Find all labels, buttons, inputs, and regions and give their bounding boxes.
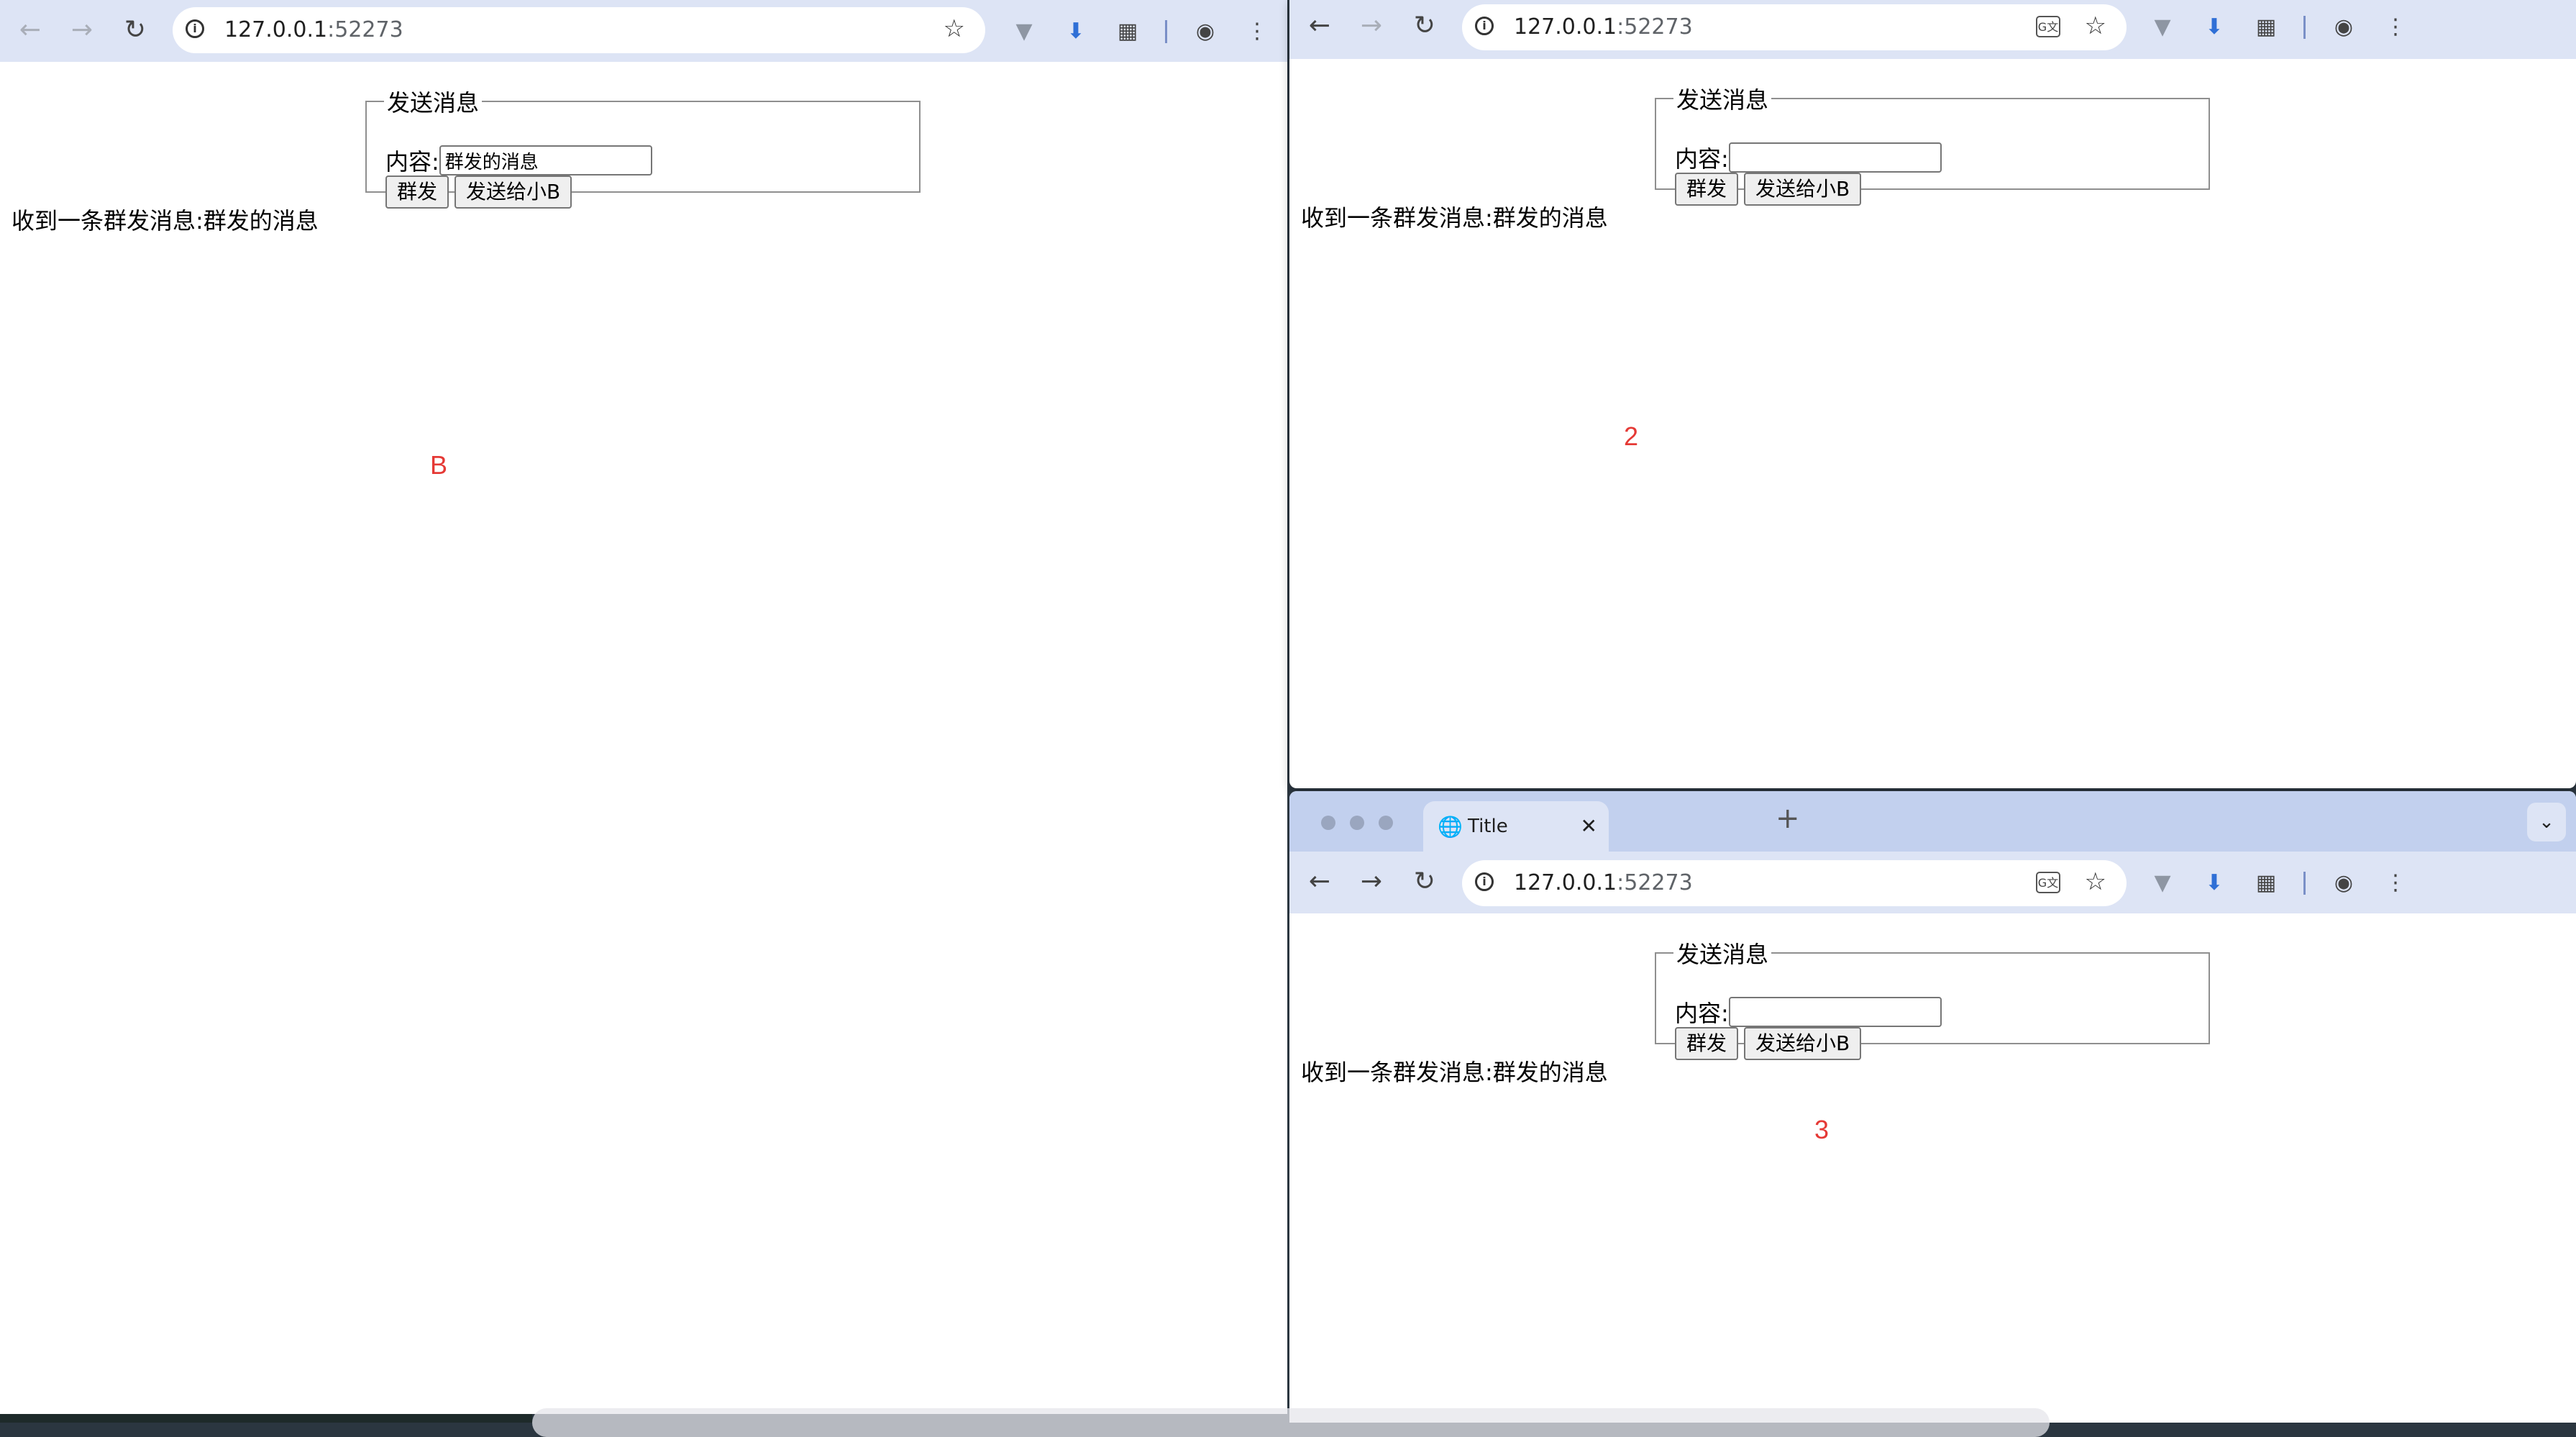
v-extension-icon[interactable]: ▼	[1008, 16, 1040, 47]
content-row: 内容:	[1675, 141, 1942, 174]
close-window-dot[interactable]	[1321, 816, 1335, 830]
toolbar-divider	[2303, 872, 2306, 895]
info-icon[interactable]: i	[1475, 17, 1494, 35]
profile-icon[interactable]: ◉	[2328, 867, 2360, 899]
close-icon[interactable]: ✕	[1581, 814, 1597, 838]
browser-window-b: ← → ↻ i 127.0.0.1:52273 G文 ☆ ▼ ⬇ ▦ ◉ ⋮ 发…	[1289, 0, 2576, 788]
puzzle-extension-icon[interactable]: ▦	[2250, 867, 2282, 899]
globe-icon: 🌐	[1438, 815, 1463, 839]
translate-icon[interactable]: G文	[2036, 872, 2060, 893]
send-to-b-button[interactable]: 发送给小B	[455, 175, 572, 209]
minimize-window-dot[interactable]	[1350, 816, 1364, 830]
message-input[interactable]	[439, 145, 652, 175]
url-text: 127.0.0.1:52273	[1514, 14, 1693, 40]
address-bar[interactable]: i 127.0.0.1:52273 ☆	[173, 7, 985, 53]
puzzle-extension-icon[interactable]: ▦	[2250, 12, 2282, 43]
fieldset-legend: 发送消息	[1676, 86, 1769, 114]
tab-title[interactable]: 🌐 Title ✕	[1423, 801, 1609, 852]
puzzle-extension-icon[interactable]: ▦	[1112, 16, 1143, 47]
browser-window-c: 🌐 Title ✕ + ⌄ ← → ↻ i 127.0.0.1:52273 G文…	[1289, 791, 2576, 1423]
button-row: 群发 发送给小B	[1675, 1027, 1867, 1060]
broadcast-button[interactable]: 群发	[1675, 1027, 1739, 1060]
download-extension-icon[interactable]: ⬇	[2198, 867, 2230, 899]
broadcast-button[interactable]: 群发	[385, 175, 449, 209]
window-marker: B	[430, 450, 448, 480]
reload-icon[interactable]: ↻	[1409, 10, 1440, 42]
tab-label: Title	[1468, 816, 1508, 837]
received-message: 收到一条群发消息:群发的消息	[1301, 1059, 1608, 1086]
button-row: 群发 发送给小B	[1675, 173, 1867, 206]
broadcast-button[interactable]: 群发	[1675, 173, 1739, 206]
page-content: 发送消息 内容: 群发 发送给小B 收到一条群发消息:群发的消息 3	[1289, 913, 2576, 1423]
address-bar[interactable]: i 127.0.0.1:52273 G文 ☆	[1462, 860, 2127, 906]
window-marker: 3	[1814, 1115, 1830, 1144]
macos-dock[interactable]	[532, 1408, 2050, 1437]
reload-icon[interactable]: ↻	[119, 14, 151, 46]
profile-icon[interactable]: ◉	[1189, 16, 1221, 47]
content-row: 内容:	[1675, 995, 1942, 1028]
fieldset-legend: 发送消息	[387, 89, 480, 117]
profile-icon[interactable]: ◉	[2328, 12, 2360, 43]
kebab-menu-icon[interactable]: ⋮	[1241, 16, 1273, 47]
address-bar[interactable]: i 127.0.0.1:52273 G文 ☆	[1462, 4, 2127, 50]
star-icon[interactable]: ☆	[2085, 12, 2106, 40]
send-to-b-button[interactable]: 发送给小B	[1744, 1027, 1862, 1060]
content-row: 内容:	[385, 144, 652, 177]
page-content: 发送消息 内容: 群发发送给小B 收到一条群发消息:群发的消息 B	[0, 62, 1287, 1414]
toolbar-divider	[2303, 16, 2306, 39]
back-arrow-icon[interactable]: ←	[1304, 866, 1335, 898]
info-icon[interactable]: i	[186, 19, 204, 38]
received-message: 收到一条群发消息:群发的消息	[1301, 204, 1608, 232]
back-arrow-icon[interactable]: ←	[1304, 10, 1335, 42]
button-row: 群发 发送给小B	[385, 175, 577, 209]
url-text: 127.0.0.1:52273	[1514, 870, 1693, 895]
kebab-menu-icon[interactable]: ⋮	[2380, 867, 2411, 899]
forward-arrow-icon[interactable]: →	[66, 14, 98, 46]
desktop-wallpaper-strip	[0, 1414, 532, 1423]
maximize-window-dot[interactable]	[1379, 816, 1393, 830]
url-text: 127.0.0.1:52273	[224, 17, 403, 42]
forward-arrow-icon[interactable]: →	[1356, 10, 1387, 42]
forward-arrow-icon[interactable]: →	[1356, 866, 1387, 898]
kebab-menu-icon[interactable]: ⋮	[2380, 12, 2411, 43]
window-marker: 2	[1624, 421, 1639, 451]
download-extension-icon[interactable]: ⬇	[2198, 12, 2230, 43]
chevron-down-icon[interactable]: ⌄	[2527, 803, 2566, 841]
message-input[interactable]	[1728, 142, 1942, 173]
fieldset-legend: 发送消息	[1676, 941, 1769, 968]
star-icon[interactable]: ☆	[2085, 867, 2106, 896]
v-extension-icon[interactable]: ▼	[2147, 867, 2178, 899]
send-message-fieldset: 发送消息 内容: 群发发送给小B	[1655, 82, 2210, 206]
plus-icon[interactable]: +	[1776, 804, 1800, 833]
message-input[interactable]	[1728, 997, 1942, 1027]
translate-icon[interactable]: G文	[2036, 16, 2060, 37]
browser-toolbar: ← → ↻ i 127.0.0.1:52273 ☆ ▼ ⬇ ▦ ◉ ⋮	[0, 0, 1287, 62]
back-arrow-icon[interactable]: ←	[14, 14, 46, 46]
download-extension-icon[interactable]: ⬇	[1060, 16, 1092, 47]
reload-icon[interactable]: ↻	[1409, 866, 1440, 898]
star-icon[interactable]: ☆	[944, 14, 965, 43]
content-label: 内容:	[385, 148, 439, 175]
send-to-b-button[interactable]: 发送给小B	[1744, 173, 1862, 206]
tab-strip: 🌐 Title ✕ + ⌄	[1289, 791, 2576, 852]
info-icon[interactable]: i	[1475, 872, 1494, 891]
send-message-fieldset: 发送消息 内容: 群发发送给小B	[1655, 936, 2210, 1060]
browser-toolbar: ← → ↻ i 127.0.0.1:52273 G文 ☆ ▼ ⬇ ▦ ◉ ⋮	[1289, 0, 2576, 59]
toolbar-divider	[1165, 20, 1167, 43]
content-label: 内容:	[1675, 145, 1729, 173]
content-label: 内容:	[1675, 1000, 1729, 1027]
page-content: 发送消息 内容: 群发 发送给小B 收到一条群发消息:群发的消息 2	[1289, 59, 2576, 788]
browser-window-a: ← → ↻ i 127.0.0.1:52273 ☆ ▼ ⬇ ▦ ◉ ⋮ 发送消息…	[0, 0, 1287, 1414]
send-message-fieldset: 发送消息 内容: 群发发送给小B	[365, 85, 921, 209]
v-extension-icon[interactable]: ▼	[2147, 12, 2178, 43]
received-message: 收到一条群发消息:群发的消息	[12, 207, 319, 234]
browser-toolbar: ← → ↻ i 127.0.0.1:52273 G文 ☆ ▼ ⬇ ▦ ◉ ⋮	[1289, 852, 2576, 913]
